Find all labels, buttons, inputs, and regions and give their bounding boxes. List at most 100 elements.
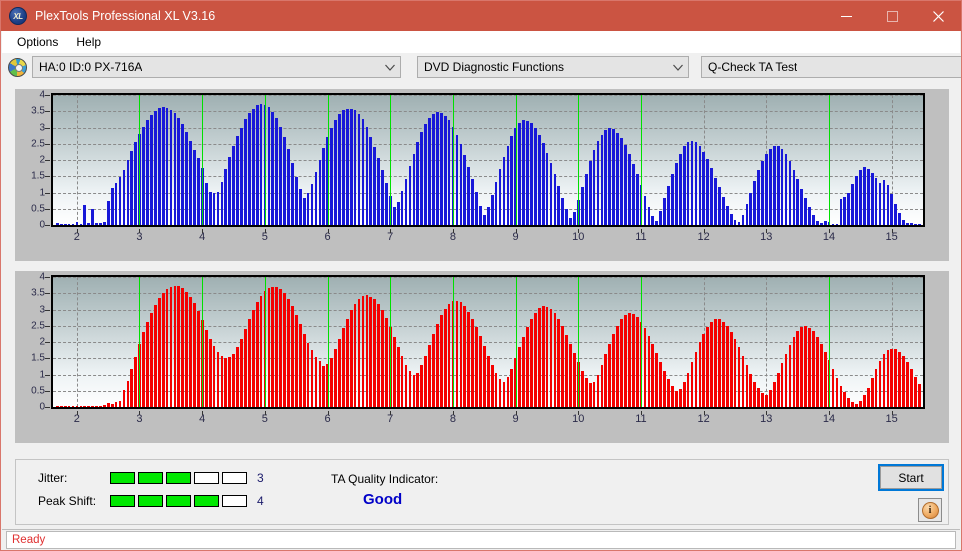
- meter-cell: [166, 472, 191, 484]
- chart-bar: [725, 325, 729, 407]
- y-axis-tick: [45, 293, 50, 295]
- chart-bar: [796, 178, 800, 225]
- chart-bar: [812, 331, 815, 407]
- function-select[interactable]: DVD Diagnostic Functions: [417, 56, 689, 78]
- y-axis-tick: [45, 309, 50, 311]
- chart-bar: [913, 376, 917, 407]
- chart-bar: [314, 356, 318, 407]
- x-axis-tick: [202, 411, 204, 415]
- chart-bar: [741, 215, 745, 225]
- marker-line: [578, 277, 580, 407]
- chart-bar: [122, 169, 126, 225]
- chart-bar: [847, 397, 851, 407]
- marker-line: [452, 277, 454, 407]
- marker-line: [202, 95, 204, 225]
- chart-bar: [110, 188, 114, 225]
- peak-shift-value: 4: [257, 494, 264, 508]
- chart-bar: [714, 177, 717, 225]
- chart-bar: [537, 308, 541, 407]
- test-select[interactable]: Q-Check TA Test: [701, 56, 961, 78]
- chart-bar: [443, 115, 447, 225]
- chart-bar: [631, 163, 635, 225]
- y-axis-tick: [45, 95, 50, 96]
- close-icon[interactable]: [915, 1, 961, 31]
- chart-bar: [103, 222, 106, 225]
- x-axis-tick: [578, 229, 580, 233]
- chart-bar: [56, 223, 59, 225]
- y-axis-label: 3.5: [31, 105, 45, 117]
- chart-bar: [761, 393, 764, 407]
- chart-bar: [420, 132, 424, 225]
- chart-bar: [616, 132, 619, 225]
- chart-bar: [436, 112, 439, 225]
- x-axis-tick: [766, 229, 768, 233]
- chart-bar: [416, 372, 420, 407]
- y-axis-tick: [45, 390, 50, 392]
- chart-bar: [494, 182, 498, 225]
- chart-bar: [663, 198, 666, 225]
- chart-bar: [353, 303, 357, 407]
- chart-bar: [600, 134, 604, 225]
- chart-bar: [59, 406, 63, 407]
- ta-quality-label: TA Quality Indicator:: [331, 472, 439, 486]
- chart-bar: [812, 215, 815, 225]
- chart-bar: [420, 365, 424, 407]
- menu-item-options[interactable]: Options: [8, 33, 67, 51]
- chart-bar: [142, 126, 145, 225]
- meter-cell: [222, 472, 247, 484]
- y-axis-tick: [45, 192, 50, 194]
- chart-bar: [588, 161, 592, 225]
- meter-cell: [166, 495, 191, 507]
- chart-bar: [240, 127, 243, 225]
- maximize-icon[interactable]: [869, 1, 915, 31]
- chart-bar: [161, 107, 165, 225]
- chart-bar: [518, 347, 521, 407]
- function-select-value: DVD Diagnostic Functions: [424, 60, 565, 74]
- chart-bar: [232, 353, 236, 407]
- chart-bar: [910, 369, 913, 407]
- gridline-horizontal: [53, 95, 923, 96]
- chart-bar: [385, 317, 388, 407]
- chart-bar: [690, 140, 694, 225]
- chart-bar: [212, 193, 216, 225]
- plextools-window: XL PlexTools Professional XL V3.16 Optio…: [0, 0, 962, 551]
- chart-bar: [349, 310, 353, 407]
- y-axis-label: 1.5: [31, 352, 45, 364]
- chart-bar: [874, 369, 878, 407]
- start-button[interactable]: Start: [878, 464, 944, 491]
- info-button[interactable]: i: [918, 498, 942, 522]
- chart-bar: [866, 169, 870, 225]
- chart-bar: [267, 107, 271, 225]
- marker-line: [828, 95, 830, 225]
- chart-bar: [671, 386, 674, 407]
- chart-bar: [490, 364, 494, 407]
- chart-bar: [259, 104, 263, 225]
- chevron-down-icon: [380, 57, 400, 77]
- chart-bar: [839, 385, 843, 407]
- chart-bar: [342, 328, 345, 407]
- chart-bar: [412, 375, 416, 407]
- chart-bar: [381, 310, 384, 407]
- chart-bar: [702, 151, 706, 225]
- meter-cell: [110, 495, 135, 507]
- chart-bar: [240, 338, 243, 407]
- chart-bar: [631, 313, 635, 407]
- minimize-icon[interactable]: [823, 1, 869, 31]
- chart-bar: [659, 362, 663, 407]
- chart-bar: [612, 334, 616, 407]
- marker-line: [390, 277, 392, 407]
- x-axis-tick: [327, 229, 329, 233]
- chart-bar: [150, 114, 153, 225]
- menu-item-help[interactable]: Help: [67, 33, 110, 51]
- marker-line: [515, 277, 517, 407]
- start-button-label: Start: [898, 470, 924, 485]
- chart-bar: [408, 165, 412, 225]
- drive-select[interactable]: HA:0 ID:0 PX-716A: [32, 56, 401, 78]
- chart-bar: [99, 406, 102, 407]
- chart-bar: [228, 356, 232, 407]
- chart-bar: [208, 191, 212, 225]
- chart-bar: [741, 355, 745, 407]
- chart-bar: [283, 293, 286, 407]
- chart-bar: [404, 178, 408, 225]
- chart-bar: [710, 321, 713, 407]
